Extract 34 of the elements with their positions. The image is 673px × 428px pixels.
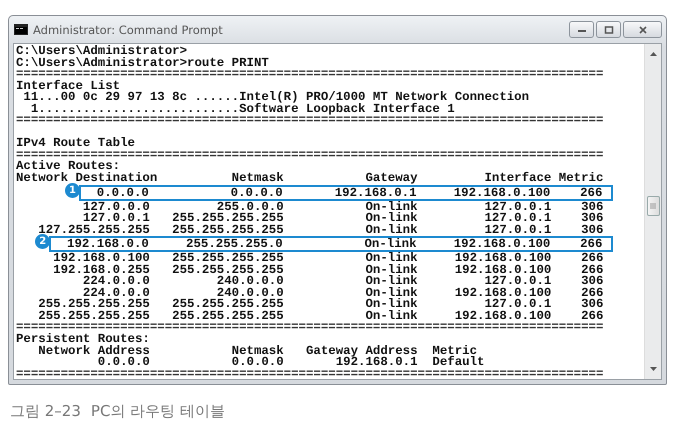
scroll-down-icon[interactable]: [650, 367, 656, 371]
figure-number: 그림 2–23: [10, 402, 81, 421]
highlighted-route-row: 0.0.0.0 0.0.0.0 192.168.0.1 192.168.0.100 266: [78, 184, 613, 201]
console-icon: [14, 24, 28, 35]
scroll-up-icon[interactable]: [650, 52, 656, 56]
figure-caption: PC의 라우팅 테이블: [90, 402, 225, 421]
scrollbar[interactable]: [644, 44, 661, 379]
close-button[interactable]: [623, 21, 662, 38]
table-header: Network Destination Netmask Gateway Interface Metric: [16, 171, 604, 186]
scroll-thumb[interactable]: [646, 196, 660, 216]
console-text: Active Routes:: [16, 159, 120, 174]
route-row-text: 255.255.255.255 255.255.255.255 On-link 192.168.0.100 266: [37, 308, 604, 323]
separator-line: ===============================================================================: [16, 366, 604, 379]
minimize-button[interactable]: [569, 21, 594, 38]
close-icon: [638, 26, 648, 34]
console-text: C:\Users\Administrator>: [16, 44, 188, 58]
route-row-text: 224.0.0.0 240.0.0.0 On-link 127.0.0.1 306: [82, 274, 604, 288]
console-text: Persistent Routes:: [16, 332, 150, 346]
console-text: Interface List: [16, 78, 120, 93]
route-row-text: 127.255.255.255 255.255.255.255 On-link 127.0.0.1 306: [37, 222, 604, 237]
persistent-route-row-text: 0.0.0.0 0.0.0.0 192.168.0.1 Default: [96, 355, 484, 370]
route-row-text: 127.0.0.1 255.255.255.255 On-link 127.0.0.1 306: [82, 211, 604, 226]
number-badge: 1: [64, 182, 80, 198]
route-row-text: 192.168.0.100 255.255.255.255 On-link 192.168.0.100 266: [52, 251, 604, 266]
maximize-icon: [604, 26, 614, 34]
console-text: C:\Users\Administrator>route PRINT: [16, 56, 269, 70]
separator-line: ===============================================================================: [16, 320, 604, 334]
maximize-button[interactable]: [596, 21, 621, 38]
console-text: 1...........................Software Loopback Interface 1: [30, 102, 455, 116]
highlighted-route-row: 192.168.0.0 255.255.255.0 On-link 192.168.0.100 266: [49, 236, 613, 252]
window-title: Administrator: Command Prompt: [33, 22, 223, 36]
console-text: IPv4 Route Table: [16, 136, 135, 150]
number-badge: 2: [35, 234, 50, 250]
route-row-text: 255.255.255.255 255.255.255.255 On-link 127.0.0.1 306: [37, 297, 604, 312]
